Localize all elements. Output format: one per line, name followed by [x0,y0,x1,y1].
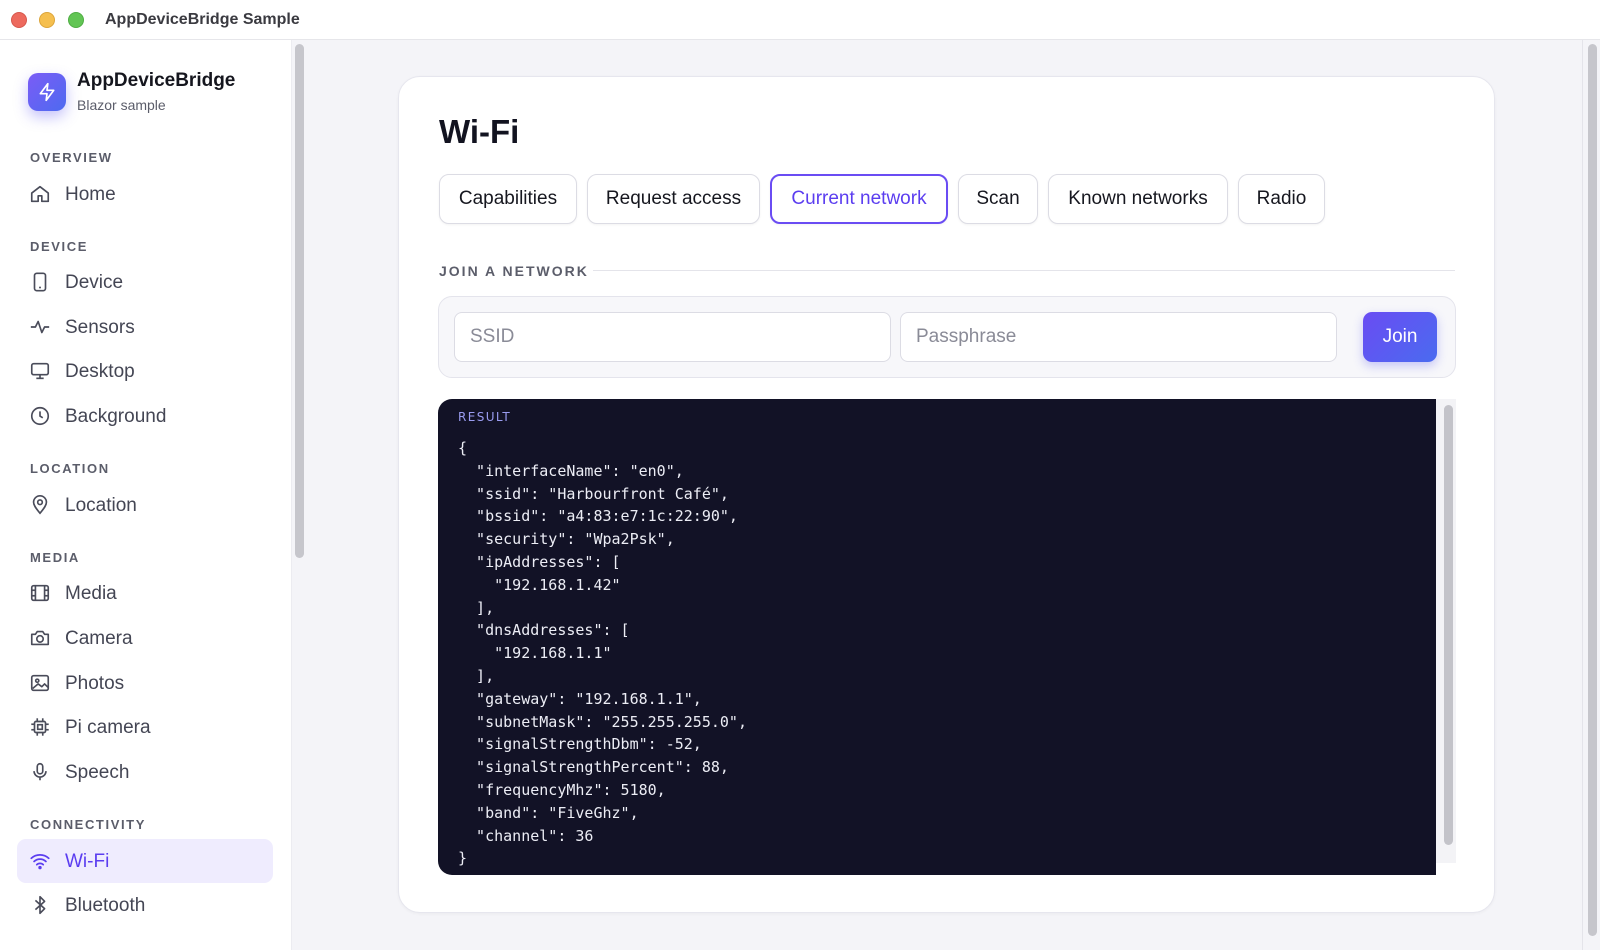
sidebar-item-bluetooth[interactable]: Bluetooth [17,883,273,927]
brand-name: AppDeviceBridge [77,70,236,91]
section-device: DEVICE [30,239,89,254]
sidebar-item-media[interactable]: Media [17,571,273,615]
tab-request-access[interactable]: Request access [587,174,760,224]
result-panel: RESULT { "interfaceName": "en0", "ssid":… [438,399,1436,875]
passphrase-input[interactable] [900,312,1337,362]
image-icon [30,674,50,692]
sidebar-item-label: Photos [65,673,125,694]
map-pin-icon [32,495,48,515]
tab-radio[interactable]: Radio [1238,174,1325,224]
section-connectivity: CONNECTIVITY [30,817,146,832]
film-icon [30,584,50,602]
sidebar-item-wifi[interactable]: Wi-Fi [17,839,273,883]
main-scroll-track [1582,40,1583,950]
sidebar-item-label: Wi-Fi [65,851,110,872]
app-window: AppDeviceBridge Sample AppDeviceBridge B… [0,0,1600,950]
sidebar-item-label: Sensors [65,317,135,338]
chip-icon [31,718,49,736]
sidebar-item-photos[interactable]: Photos [17,661,273,705]
brand-logo-icon [28,73,66,111]
sidebar: AppDeviceBridge Blazor sample OVERVIEW H… [0,40,292,950]
divider [593,270,1455,271]
sidebar-item-label: Background [65,406,167,427]
clock-icon [30,406,50,426]
sidebar-item-speech[interactable]: Speech [17,750,273,794]
sidebar-item-device[interactable]: Device [17,260,273,304]
sidebar-item-pi-camera[interactable]: Pi camera [17,705,273,749]
main-scrollbar[interactable] [1588,44,1597,936]
title-bar: AppDeviceBridge Sample [0,0,1600,40]
join-button[interactable]: Join [1363,312,1437,362]
tab-capabilities[interactable]: Capabilities [439,174,577,224]
page-title: Wi-Fi [439,113,520,150]
sidebar-item-desktop[interactable]: Desktop [17,349,273,393]
sidebar-item-label: Bluetooth [65,895,146,916]
join-network-heading: JOIN A NETWORK [439,263,589,279]
sidebar-item-label: Speech [65,762,130,783]
section-overview: OVERVIEW [30,150,113,165]
sidebar-item-sensors[interactable]: Sensors [17,305,273,349]
join-network-form: Join [438,296,1456,378]
camera-icon [30,630,50,646]
result-label: RESULT [458,410,512,424]
microphone-icon [33,762,47,781]
sidebar-item-label: Device [65,272,124,293]
phone-icon [33,272,47,292]
activity-icon [30,320,50,334]
sidebar-item-location[interactable]: Location [17,483,273,527]
tab-current-network[interactable]: Current network [770,174,948,224]
sidebar-item-label: Home [65,184,116,205]
tab-known-networks[interactable]: Known networks [1048,174,1228,224]
home-icon [30,185,50,203]
bluetooth-icon [34,895,46,915]
tab-scan[interactable]: Scan [958,174,1038,224]
zoom-window-button[interactable] [68,12,84,28]
window-title: AppDeviceBridge Sample [105,11,300,28]
result-scrollbar[interactable] [1444,405,1453,845]
wifi-card: Wi-Fi Capabilities Request access Curren… [398,76,1495,913]
sidebar-item-home[interactable]: Home [17,172,273,216]
close-window-button[interactable] [11,12,27,28]
minimize-window-button[interactable] [39,12,55,28]
monitor-icon [30,362,50,380]
sidebar-item-label: Media [65,583,117,604]
sidebar-item-label: Camera [65,628,133,649]
sidebar-item-camera[interactable]: Camera [17,616,273,660]
sidebar-item-label: Pi camera [65,717,151,738]
section-media: MEDIA [30,550,80,565]
sidebar-item-label: Location [65,495,137,516]
sidebar-item-label: Desktop [65,361,135,382]
ssid-input[interactable] [454,312,891,362]
section-location: LOCATION [30,461,110,476]
wifi-icon [30,854,50,870]
sidebar-scrollbar[interactable] [295,44,304,558]
result-json: { "interfaceName": "en0", "ssid": "Harbo… [458,439,747,868]
sidebar-item-background[interactable]: Background [17,394,273,438]
brand-subtitle: Blazor sample [77,97,166,113]
